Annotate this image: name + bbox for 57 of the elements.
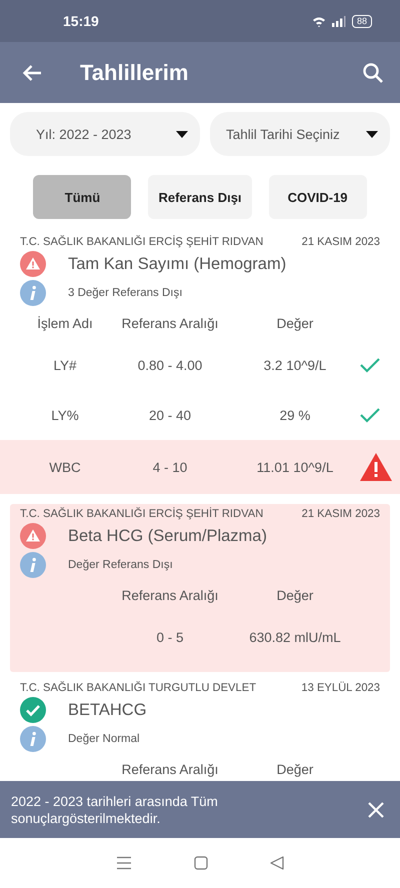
table-cell-text: 20 - 40 — [148, 408, 192, 422]
check-icon — [360, 407, 380, 423]
column-header: Değer — [276, 588, 314, 602]
table-cell-text: 11.01 10^9/L — [256, 460, 334, 474]
back-icon[interactable] — [270, 856, 284, 870]
warning-icon — [20, 523, 46, 549]
result-note: Değer Referans Dışı — [68, 559, 173, 571]
hospital-name: T.C. SAĞLIK BAKANLIĞI TURGUTLU DEVLET — [20, 682, 256, 694]
result-date: 21 KASIM 2023 — [302, 236, 380, 248]
table-cell-text: 4 - 10 — [152, 460, 188, 474]
table-cell-text: WBC — [48, 460, 82, 474]
table-cell-text: 29 % — [278, 408, 312, 422]
menu-icon[interactable] — [116, 856, 132, 870]
signal-icon — [330, 16, 347, 26]
result-card[interactable]: T.C. SAĞLIK BAKANLIĞI TURGUTLU DEVLET 13 EYLÜL 2023 BETAHCG Değer Normal Referans Aralığı Değer — [0, 678, 400, 781]
dropdown-field[interactable]: Yıl: 2022 - 2023 — [10, 112, 200, 156]
table-cell-text: 630.82 mlU/mL — [248, 630, 342, 644]
page-title: Tahlillerim — [80, 60, 190, 86]
test-name: Beta HCG (Serum/Plazma) — [68, 526, 267, 546]
result-note: Değer Normal — [68, 733, 140, 745]
test-name: Tam Kan Sayımı (Hemogram) — [68, 254, 286, 274]
filter-tab[interactable]: Referans Dışı — [148, 175, 252, 219]
column-header: Referans Aralığı — [120, 316, 220, 330]
column-header: Değer — [276, 762, 314, 776]
caret-icon — [176, 130, 188, 138]
wifi-icon — [312, 16, 326, 26]
check-icon — [20, 697, 46, 723]
table-cell-text: 3.2 10^9/L — [262, 358, 328, 372]
result-card[interactable]: T.C. SAĞLIK BAKANLIĞI ERCİŞ ŞEHİT RIDVAN 21 KASIM 2023 Beta HCG (Serum/Plazma) Değer Referans Dışı Referans Aralığı Değer 0 - 5 630.82 mlU/mL — [10, 504, 390, 672]
home-icon[interactable] — [194, 856, 208, 870]
filter-tab[interactable]: Tümü — [33, 175, 132, 219]
caret-icon — [366, 130, 378, 138]
result-note: 3 Değer Referans Dışı — [68, 287, 182, 299]
warning-icon — [20, 251, 46, 277]
info-icon — [20, 726, 46, 752]
info-icon — [20, 280, 46, 306]
battery-indicator: 88 — [352, 14, 372, 28]
result-date: 13 EYLÜL 2023 — [301, 682, 380, 694]
hospital-name: T.C. SAĞLIK BAKANLIĞI ERCİŞ ŞEHİT RIDVAN — [20, 236, 264, 248]
snackbar-message: 2022 - 2023 tarihleri arasında Tüm sonuçlargösterilmektedir. — [11, 792, 219, 826]
result-date: 21 KASIM 2023 — [302, 508, 380, 520]
column-header: İşlem Adı — [36, 316, 94, 330]
table-cell-text: LY% — [50, 408, 80, 422]
hospital-name: T.C. SAĞLIK BAKANLIĞI ERCİŞ ŞEHİT RIDVAN — [20, 508, 264, 520]
check-icon — [360, 357, 380, 373]
column-header: Referans Aralığı — [120, 588, 220, 602]
dropdown-field[interactable]: Tahlil Tarihi Seçiniz — [210, 112, 390, 156]
status-time: 15:19 — [63, 13, 99, 29]
filter-tab[interactable]: COVID-19 — [268, 175, 367, 219]
info-icon — [20, 552, 46, 578]
table-cell-text: 0 - 5 — [155, 630, 184, 644]
column-header: Değer — [276, 316, 314, 330]
table-cell-text: LY# — [52, 358, 78, 372]
column-header: Referans Aralığı — [120, 762, 220, 776]
table-cell-text: 0.80 - 4.00 — [136, 358, 204, 372]
test-name: BETAHCG — [68, 700, 147, 720]
warning-icon — [360, 453, 392, 481]
